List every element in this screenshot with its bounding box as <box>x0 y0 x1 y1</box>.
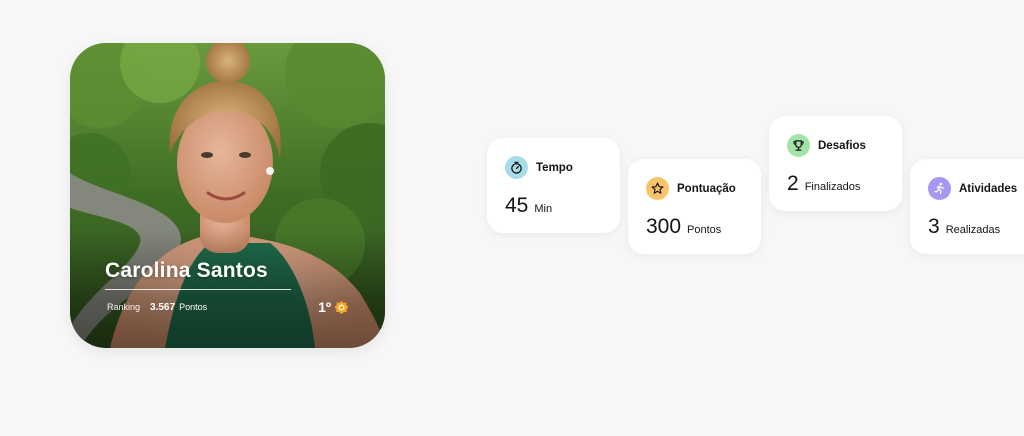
stat-value: 3 <box>928 215 940 238</box>
stat-unit: Realizadas <box>945 224 1001 236</box>
stat-unit: Pontos <box>687 224 722 236</box>
stat-unit: Finalizados <box>804 181 861 193</box>
stat-header: Tempo <box>505 156 573 179</box>
stat-value: 2 <box>787 172 799 195</box>
stat-value: 300 <box>646 215 682 238</box>
ranking-position-label: 1º <box>318 299 331 315</box>
dashboard-canvas: Carolina Santos Ranking 3.567 Pontos 1º … <box>0 0 1024 436</box>
stat-body: 2 Finalizados <box>787 172 860 196</box>
stat-card-pontuacao[interactable]: Pontuação 300 Pontos <box>628 159 761 254</box>
ranking-row: Ranking 3.567 Pontos 1º <box>107 298 349 316</box>
stat-card-atividades[interactable]: Atividades 3 Realizadas <box>910 159 1024 254</box>
stat-body: 300 Pontos <box>646 215 721 239</box>
star-icon <box>646 177 669 200</box>
stat-unit: Min <box>534 203 553 215</box>
trophy-icon <box>787 134 810 157</box>
profile-name: Carolina Santos <box>105 259 268 282</box>
ranking-unit: Pontos <box>179 302 208 312</box>
stat-card-desafios[interactable]: Desafios 2 Finalizados <box>769 116 902 211</box>
stat-body: 3 Realizadas <box>928 215 1000 239</box>
stat-header: Pontuação <box>646 177 736 200</box>
stat-title: Pontuação <box>677 182 736 195</box>
ranking-value: 3.567 <box>150 301 176 313</box>
profile-overlay <box>70 228 385 348</box>
stat-title: Tempo <box>536 161 573 174</box>
stat-title: Desafios <box>818 139 866 152</box>
stat-card-tempo[interactable]: Tempo 45 Min <box>487 138 620 233</box>
runner-icon <box>928 177 951 200</box>
medal-icon <box>334 300 349 314</box>
stopwatch-icon <box>505 156 528 179</box>
profile-card[interactable]: Carolina Santos Ranking 3.567 Pontos 1º <box>70 43 385 348</box>
stat-value: 45 <box>505 194 529 217</box>
name-divider <box>105 289 291 290</box>
stat-header: Desafios <box>787 134 866 157</box>
ranking-position: 1º <box>318 299 349 315</box>
stat-header: Atividades <box>928 177 1017 200</box>
ranking-label: Ranking <box>107 302 141 312</box>
stat-title: Atividades <box>959 182 1018 195</box>
stat-body: 45 Min <box>505 194 552 218</box>
